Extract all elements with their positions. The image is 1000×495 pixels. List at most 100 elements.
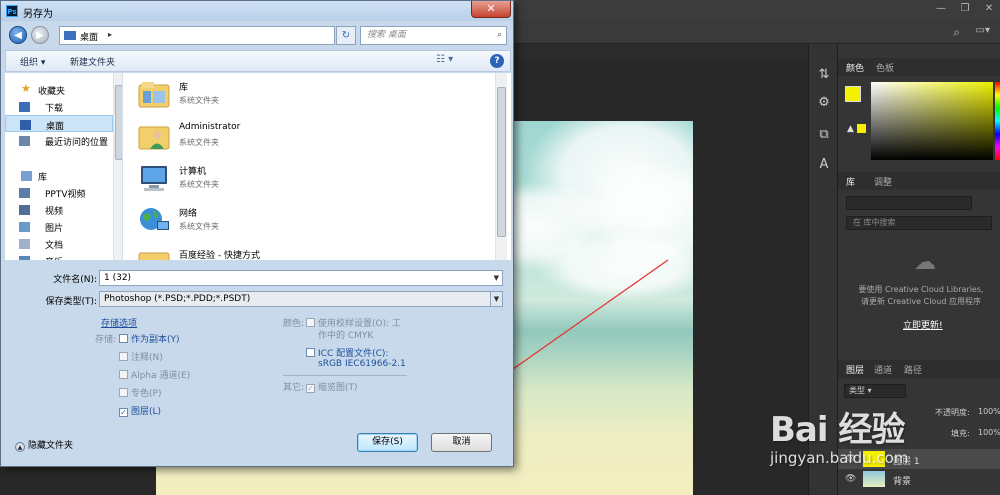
file-name: 计算机	[179, 167, 207, 177]
checkbox-label: 图层(L)	[131, 407, 162, 417]
filename-value: 1 (32)	[104, 273, 132, 283]
layer-row[interactable]: 👁 背景	[838, 469, 1000, 489]
tab-swatches[interactable]: 色板	[876, 61, 894, 74]
list-item[interactable]: 网络 系统文件夹	[137, 201, 497, 241]
cc-message-line2: 请更新 Creative Cloud 应用程序	[860, 297, 982, 306]
hue-slider[interactable]	[995, 82, 1000, 160]
gamut-warning-icon[interactable]: ▲	[847, 124, 866, 134]
hide-folders-toggle[interactable]: ▲ 隐藏文件夹	[15, 438, 73, 452]
baidu-watermark: Bai 经验 jingyan.baidu.com	[770, 402, 990, 467]
download-folder-icon	[19, 102, 30, 112]
layer-name: 背景	[893, 477, 912, 487]
library-icon	[21, 171, 32, 181]
nav-label: 最近访问的位置	[45, 138, 109, 148]
close-app-button[interactable]: ✕	[982, 2, 996, 16]
filetype-select[interactable]: Photoshop (*.PSD;*.PDD;*.PSDT) ▼	[99, 291, 503, 307]
color-picker-field[interactable]	[871, 82, 993, 160]
view-options-icon[interactable]: ☷ ▾	[436, 54, 453, 65]
computer-icon	[141, 166, 167, 191]
library-select[interactable]	[846, 196, 972, 210]
organize-menu[interactable]: 组织 ▾	[20, 55, 45, 68]
address-bar[interactable]: 桌面 ▸ ▾	[59, 26, 382, 45]
foreground-color-swatch[interactable]	[845, 86, 861, 102]
filename-input[interactable]: 1 (32) ▼	[99, 270, 503, 286]
breadcrumb-separator-icon[interactable]: ▸	[108, 30, 112, 39]
history-icon[interactable]: ⇅	[815, 66, 833, 84]
checkbox-label: 注释(N)	[131, 353, 163, 363]
notes-checkbox[interactable]: 注释(N)	[119, 350, 163, 363]
file-type: 系统文件夹	[179, 96, 219, 105]
file-type: 系统文件夹	[179, 180, 219, 189]
checkbox-label: ICC 配置文件(C):	[318, 349, 389, 359]
nav-scrollbar[interactable]	[113, 73, 122, 260]
dialog-title-bar[interactable]: Ps 另存为 ✕	[1, 1, 513, 21]
search-icon[interactable]: ⌕	[497, 27, 502, 44]
checkbox-label: 专色(P)	[131, 389, 162, 399]
visibility-eye-icon[interactable]: 👁	[845, 474, 856, 484]
nav-item-pictures[interactable]: 图片	[5, 218, 113, 235]
layer-filter-select[interactable]: 类型 ▾	[844, 384, 906, 398]
nav-libraries-header[interactable]: 库	[5, 167, 113, 184]
nav-scroll-thumb[interactable]	[115, 85, 122, 160]
help-button[interactable]: ?	[490, 54, 504, 68]
file-list-scrollbar[interactable]	[495, 73, 507, 260]
nav-label: PPTV视频	[45, 190, 86, 200]
nav-item-documents[interactable]: 文档	[5, 235, 113, 252]
alpha-channels-checkbox[interactable]: Alpha 通道(E)	[119, 368, 190, 381]
search-input[interactable]: 搜索 桌面 ⌕	[360, 26, 507, 45]
workspace-icon[interactable]: ▭▾	[976, 25, 990, 36]
cancel-button[interactable]: 取消	[431, 433, 492, 452]
chevron-down-icon[interactable]: ▼	[490, 292, 502, 306]
file-list-scroll-thumb[interactable]	[497, 87, 506, 237]
list-item[interactable]: 计算机 系统文件夹	[137, 159, 497, 199]
tab-libraries[interactable]: 库	[846, 175, 855, 188]
minimize-button[interactable]: —	[934, 2, 948, 16]
file-list: 库 系统文件夹 Administrator 系统文件夹 计算机 系统文件夹 网络…	[123, 73, 511, 260]
restore-button[interactable]: ❐	[958, 2, 972, 16]
actions-icon[interactable]: ⚙	[815, 94, 833, 112]
checkbox-label: Alpha 通道(E)	[131, 371, 191, 381]
library-search-input[interactable]: 在 库中搜索	[846, 216, 992, 230]
properties-icon[interactable]: ⧉	[815, 126, 833, 144]
nav-item-music[interactable]: 音乐	[5, 252, 113, 260]
tab-paths[interactable]: 路径	[904, 363, 922, 376]
nav-item-recent-places[interactable]: 最近访问的位置	[5, 132, 113, 149]
character-icon[interactable]: A	[815, 156, 833, 174]
nav-item-pptv-video[interactable]: PPTV视频	[5, 184, 113, 201]
tab-channels[interactable]: 通道	[874, 363, 892, 376]
close-button[interactable]: ✕	[471, 1, 511, 18]
library-panel-tabs: 库 调整	[838, 172, 1000, 190]
forward-arrow-icon[interactable]: ▶	[31, 26, 49, 44]
tab-color[interactable]: 颜色	[846, 61, 864, 74]
list-item[interactable]: 库 系统文件夹	[137, 75, 497, 115]
search-icon[interactable]: ⌕	[953, 25, 960, 40]
nav-label: 收藏夹	[38, 87, 66, 97]
tab-adjustments[interactable]: 调整	[874, 175, 892, 188]
back-arrow-icon[interactable]: ◀	[9, 26, 27, 44]
refresh-button[interactable]: ↻	[336, 26, 356, 45]
address-location[interactable]: 桌面	[80, 30, 98, 43]
chevron-down-icon[interactable]: ▼	[494, 271, 499, 285]
new-folder-button[interactable]: 新建文件夹	[70, 55, 115, 68]
video-library-icon	[19, 205, 30, 215]
tab-layers[interactable]: 图层	[846, 363, 864, 376]
icc-profile-checkbox[interactable]: ICC 配置文件(C):	[306, 346, 388, 359]
nav-item-downloads[interactable]: 下载	[5, 98, 113, 115]
dialog-title: 另存为	[23, 9, 53, 20]
desktop-icon	[20, 120, 31, 130]
save-as-copy-checkbox[interactable]: 作为副本(Y)	[119, 332, 180, 345]
nav-item-desktop[interactable]: 桌面	[5, 115, 113, 132]
list-item[interactable]: Administrator 系统文件夹	[137, 117, 497, 157]
nav-label: 下载	[45, 104, 64, 114]
update-now-link[interactable]: 立即更新!	[903, 318, 943, 331]
nav-item-videos[interactable]: 视频	[5, 201, 113, 218]
desktop-folder-icon	[64, 31, 76, 40]
save-button[interactable]: 保存(S)	[357, 433, 418, 452]
spot-colors-checkbox[interactable]: 专色(P)	[119, 386, 161, 399]
layers-checkbox[interactable]: ✓ 图层(L)	[119, 404, 161, 417]
nav-favorites-header[interactable]: ★ 收藏夹	[5, 81, 113, 98]
list-item[interactable]: 百度经验 - 快捷方式	[137, 243, 497, 260]
thumbnail-checkbox[interactable]: ✓ 缩览图(T)	[306, 380, 358, 393]
layers-panel-tabs: 图层 通道 路径	[838, 360, 1000, 378]
library-folder-icon	[138, 82, 170, 108]
